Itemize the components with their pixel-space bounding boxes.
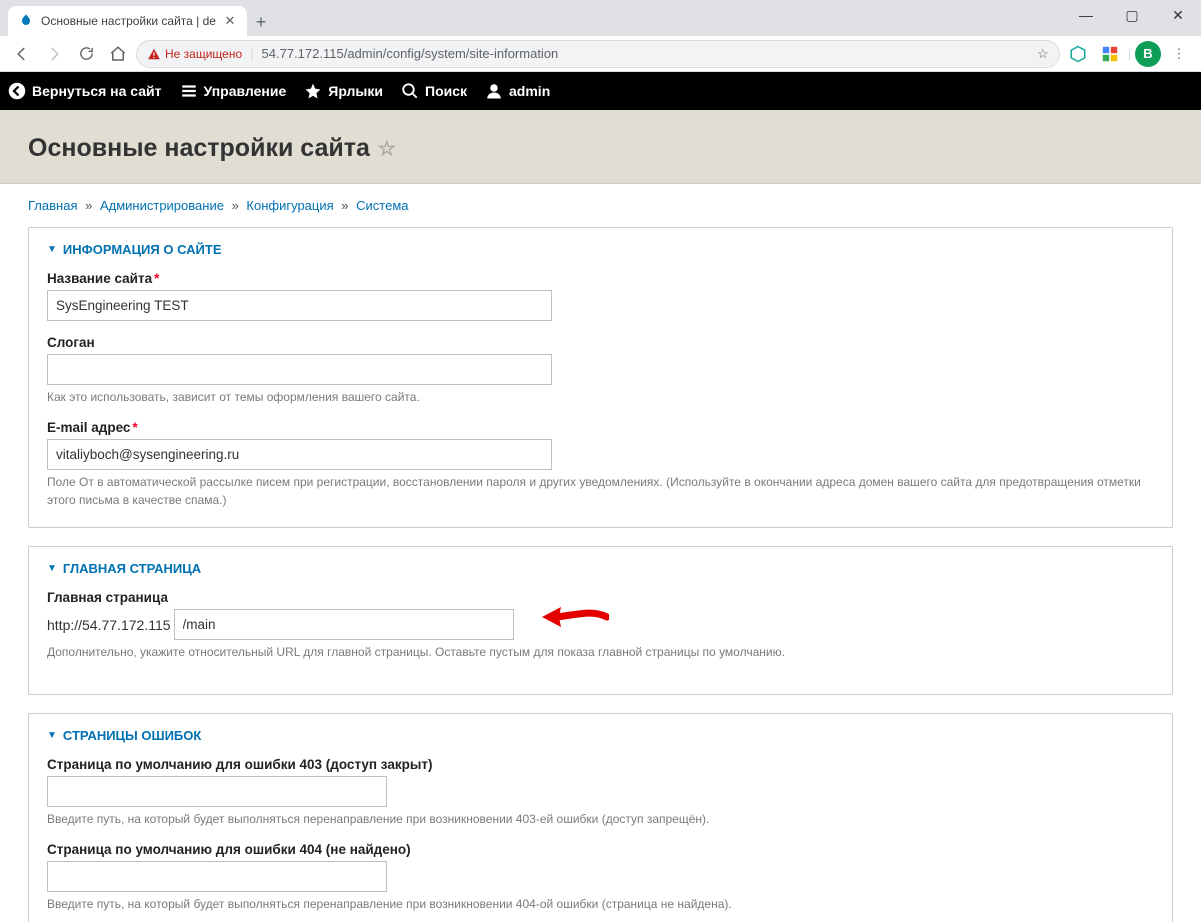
fieldset-legend-error-pages[interactable]: ▼ СТРАНИЦЫ ОШИБОК — [47, 728, 1154, 743]
nav-back-icon[interactable] — [8, 40, 36, 68]
admin-manage[interactable]: Управление — [180, 82, 287, 100]
fieldset-legend-front-page[interactable]: ▼ ГЛАВНАЯ СТРАНИЦА — [47, 561, 1154, 576]
disclosure-triangle-icon: ▼ — [47, 244, 57, 255]
back-arrow-icon — [8, 82, 26, 100]
slogan-label: Слоган — [47, 335, 1154, 350]
admin-back-to-site[interactable]: Вернуться на сайт — [8, 82, 162, 100]
extension-icon[interactable] — [1064, 40, 1092, 68]
page-403-label: Страница по умолчанию для ошибки 403 (до… — [47, 757, 1154, 772]
admin-user[interactable]: admin — [485, 82, 550, 100]
disclosure-triangle-icon: ▼ — [47, 563, 57, 574]
omnibox[interactable]: Не защищено | 54.77.172.115/admin/config… — [136, 40, 1060, 68]
breadcrumb-config[interactable]: Конфигурация — [246, 198, 333, 213]
new-tab-button[interactable]: + — [247, 8, 275, 36]
extension-icon-2[interactable] — [1096, 40, 1124, 68]
fieldset-front-page: ▼ ГЛАВНАЯ СТРАНИЦА Главная страница http… — [28, 546, 1173, 694]
nav-forward-icon — [40, 40, 68, 68]
browser-toolbar: Не защищено | 54.77.172.115/admin/config… — [0, 36, 1201, 72]
breadcrumb: Главная » Администрирование » Конфигурац… — [28, 198, 1173, 213]
breadcrumb-system[interactable]: Система — [356, 198, 408, 213]
window-minimize-icon[interactable]: — — [1063, 0, 1109, 30]
window-maximize-icon[interactable]: ▢ — [1109, 0, 1155, 30]
page-403-description: Введите путь, на который будет выполнять… — [47, 811, 1154, 828]
page-404-label: Страница по умолчанию для ошибки 404 (не… — [47, 842, 1154, 857]
omnibox-url: 54.77.172.115/admin/config/system/site-i… — [262, 46, 1029, 61]
admin-search[interactable]: Поиск — [401, 82, 467, 100]
nav-home-icon[interactable] — [104, 40, 132, 68]
fieldset-site-details: ▼ ИНФОРМАЦИЯ О САЙТЕ Название сайта* Сло… — [28, 227, 1173, 528]
site-name-input[interactable] — [47, 290, 552, 321]
breadcrumb-home[interactable]: Главная — [28, 198, 77, 213]
star-icon — [304, 82, 322, 100]
front-page-input[interactable] — [174, 609, 514, 640]
front-page-description: Дополнительно, укажите относительный URL… — [47, 644, 1154, 661]
breadcrumb-admin[interactable]: Администрирование — [100, 198, 224, 213]
window-close-icon[interactable]: ✕ — [1155, 0, 1201, 30]
slogan-input[interactable] — [47, 354, 552, 385]
page-404-description: Введите путь, на который будет выполнять… — [47, 896, 1154, 913]
browser-titlebar: Основные настройки сайта | de ✕ + — ▢ ✕ — [0, 0, 1201, 36]
content: Главная » Администрирование » Конфигурац… — [0, 184, 1201, 922]
drupal-favicon-icon — [18, 13, 34, 29]
browser-tab[interactable]: Основные настройки сайта | de ✕ — [8, 6, 247, 36]
email-label: E-mail адрес* — [47, 420, 1154, 435]
warning-triangle-icon — [147, 47, 161, 61]
tab-title: Основные настройки сайта | de — [41, 14, 216, 28]
favorite-star-icon[interactable]: ☆ — [378, 136, 396, 161]
browser-menu-icon[interactable]: ⋮ — [1165, 40, 1193, 68]
fieldset-error-pages: ▼ СТРАНИЦЫ ОШИБОК Страница по умолчанию … — [28, 713, 1173, 922]
disclosure-triangle-icon: ▼ — [47, 730, 57, 741]
front-page-label: Главная страница — [47, 590, 1154, 605]
user-icon — [485, 82, 503, 100]
admin-shortcuts[interactable]: Ярлыки — [304, 82, 383, 100]
nav-reload-icon[interactable] — [72, 40, 100, 68]
page-404-input[interactable] — [47, 861, 387, 892]
page-header: Основные настройки сайта ☆ — [0, 110, 1201, 184]
site-name-label: Название сайта* — [47, 271, 1154, 286]
front-page-url-prefix: http://54.77.172.115 — [47, 617, 171, 633]
search-icon — [401, 82, 419, 100]
not-secure-indicator: Не защищено — [147, 47, 242, 61]
tab-close-icon[interactable]: ✕ — [223, 14, 237, 28]
bookmark-star-icon[interactable]: ☆ — [1037, 46, 1049, 62]
profile-avatar[interactable]: В — [1135, 41, 1161, 67]
page-403-input[interactable] — [47, 776, 387, 807]
page-title: Основные настройки сайта ☆ — [28, 134, 1173, 163]
slogan-description: Как это использовать, зависит от темы оф… — [47, 389, 1154, 406]
admin-toolbar: Вернуться на сайт Управление Ярлыки Поис… — [0, 72, 1201, 110]
fieldset-legend-site-details[interactable]: ▼ ИНФОРМАЦИЯ О САЙТЕ — [47, 242, 1154, 257]
email-description: Поле От в автоматической рассылке писем … — [47, 474, 1154, 509]
hamburger-icon — [180, 82, 198, 100]
email-input[interactable] — [47, 439, 552, 470]
